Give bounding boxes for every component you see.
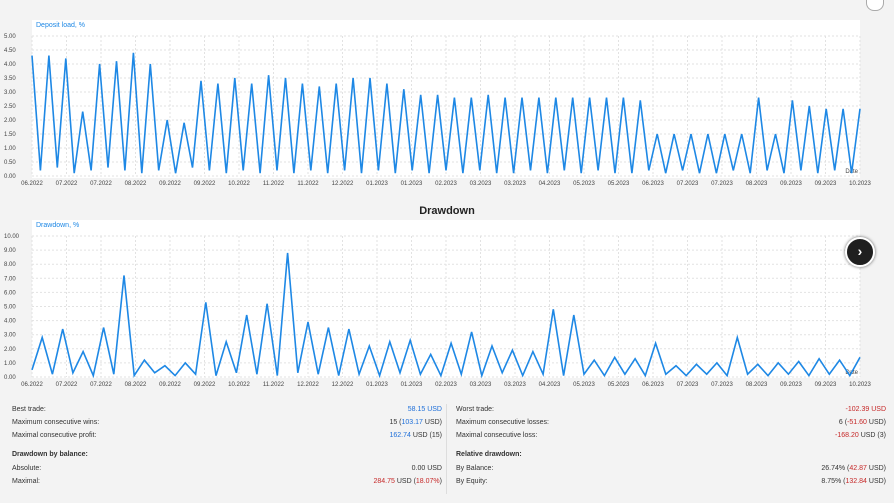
- drawdown-ytick: 8.00: [4, 262, 16, 268]
- drawdown-ytick: 1.00: [4, 361, 16, 367]
- drawdown-xtick: 07.2022: [90, 382, 112, 388]
- report-panel: Deposit load, % 5.00 4.50 4.00 3.50 3.00 2.50…: [0, 0, 894, 503]
- drawdown-ytick: 9.00: [4, 248, 16, 254]
- drawdown-xtick: 01.2023: [401, 382, 423, 388]
- stat-absolute: Absolute: 0.00 USD: [12, 465, 442, 472]
- stat-maximal: Maximal: 284.75 USD (18.07%): [12, 478, 442, 485]
- stat-max-consecutive-loss: Maximal consecutive loss: -168.20 USD (3…: [456, 432, 886, 439]
- loss-amount: -168.20: [835, 432, 859, 439]
- drawdown-ytick: 10.00: [4, 234, 20, 240]
- stat-worst-trade: Worst trade: -102.39 USD: [456, 406, 886, 413]
- drawdown-ytick: 0.00: [4, 375, 16, 381]
- stat-max-consecutive-losses: Maximum consecutive losses: 6 (-51.60 US…: [456, 419, 886, 426]
- drawdown-ytick: 5.00: [4, 305, 16, 311]
- drawdown-xtick: 05.2023: [573, 382, 595, 388]
- wins-amount: 103.17: [401, 419, 423, 426]
- maximal-amount: 284.75: [373, 478, 395, 485]
- drawdown-xtick: 09.2022: [159, 382, 181, 388]
- drawdown-ytick: 2.00: [4, 347, 16, 353]
- stats-divider: [446, 404, 447, 494]
- profit-amount: 162.74: [389, 432, 411, 439]
- drawdown-xtick: 11.2022: [263, 382, 285, 388]
- drawdown-xtick: 12.2022: [332, 382, 354, 388]
- chevron-right-icon: ›: [857, 243, 863, 259]
- drawdown-xtick: 01.2023: [366, 382, 388, 388]
- losses-amount: -51.60: [847, 419, 867, 426]
- drawdown-plot: 10.00 9.00 8.00 7.00 6.00 5.00 4.00 3.00 2.00 1.0…: [4, 234, 872, 388]
- relative-drawdown-header: Relative drawdown:: [456, 451, 522, 458]
- drawdown-xtick: 07.2023: [677, 382, 699, 388]
- drawdown-xtick: 12.2022: [297, 382, 319, 388]
- drawdown-ytick: 7.00: [4, 276, 16, 282]
- stat-max-consecutive-profit: Maximal consecutive profit: 162.74 USD (…: [12, 432, 442, 439]
- drawdown-xtick: 07.2022: [56, 382, 78, 388]
- drawdown-series-line: [31, 252, 861, 379]
- stat-best-trade: Best trade: 58.15 USD: [12, 406, 442, 413]
- stats-section: Best trade: 58.15 USD Maximum consecutiv…: [0, 400, 894, 500]
- drawdown-ytick: 3.00: [4, 333, 16, 339]
- stat-by-balance: By Balance: 26.74% (42.87 USD): [456, 465, 886, 472]
- drawdown-xtick: 07.2023: [711, 382, 733, 388]
- drawdown-xtick: 05.2023: [608, 382, 630, 388]
- drawdown-xtick: 06.2023: [642, 382, 664, 388]
- drawdown-ytick: 6.00: [4, 290, 16, 296]
- drawdown-xtick: 04.2023: [539, 382, 561, 388]
- drawdown-xtick: 09.2023: [780, 382, 802, 388]
- drawdown-xtick: 10.2023: [849, 382, 871, 388]
- drawdown-by-balance-header: Drawdown by balance:: [12, 451, 88, 458]
- drawdown-xtick: 03.2023: [470, 382, 492, 388]
- drawdown-xtick: 02.2023: [435, 382, 457, 388]
- stat-by-equity: By Equity: 8.75% (132.84 USD): [456, 478, 886, 485]
- drawdown-xtick: 03.2023: [504, 382, 526, 388]
- drawdown-ytick: 4.00: [4, 319, 16, 325]
- by-balance-amount: 42.87: [849, 465, 867, 472]
- drawdown-xtick: 08.2022: [125, 382, 147, 388]
- drawdown-xtick: 10.2022: [228, 382, 250, 388]
- next-arrow-button[interactable]: ›: [845, 237, 875, 267]
- stat-max-consecutive-wins: Maximum consecutive wins: 15 (103.17 USD…: [12, 419, 442, 426]
- drawdown-xtick: 09.2022: [194, 382, 216, 388]
- maximal-percent: 18.07%: [415, 478, 440, 485]
- by-equity-amount: 132.84: [845, 478, 867, 485]
- drawdown-xtick: 06.2022: [21, 382, 43, 388]
- drawdown-xtick: 09.2023: [815, 382, 837, 388]
- drawdown-xtick: 08.2023: [746, 382, 768, 388]
